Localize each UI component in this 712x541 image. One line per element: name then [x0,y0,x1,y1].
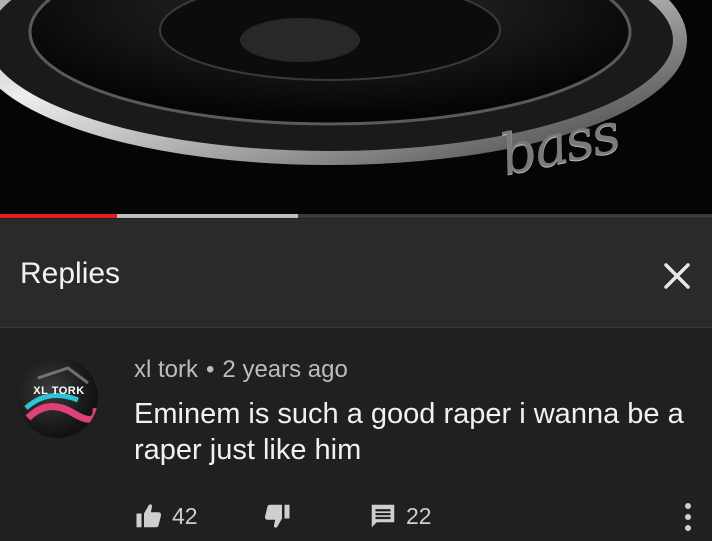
video-progress-bar[interactable] [0,214,712,218]
like-count: 42 [172,502,198,529]
reply-button[interactable]: 22 [368,498,432,534]
thumbs-up-icon [136,504,161,528]
avatar-label: XL TORK [33,385,85,397]
meta-separator: • [206,356,215,383]
progress-played [0,214,118,218]
comment: XL TORK xl tork • 2 years ago Eminem is su… [0,328,712,541]
more-options-button[interactable] [678,500,698,534]
replies-header: Replies [0,219,712,328]
avatar[interactable]: XL TORK [18,358,98,438]
comment-author[interactable]: xl tork [134,356,198,383]
reply-count: 22 [406,502,432,529]
replies-title: Replies [20,257,121,290]
close-icon [664,263,690,289]
like-button[interactable]: 42 [134,498,198,534]
thumbs-down-icon [265,504,290,528]
dislike-button[interactable] [262,498,292,534]
avatar-graphic [24,366,98,423]
reply-icon [371,504,395,528]
comment-actions: 42 22 [0,498,712,534]
more-vertical-icon [685,503,691,531]
comment-text: Eminem is such a good raper i wanna be a… [134,398,684,466]
close-button[interactable] [654,253,700,299]
comment-meta: xl tork • 2 years ago [134,356,348,384]
video-player[interactable]: bass [0,0,712,218]
comment-time: 2 years ago [222,356,348,383]
